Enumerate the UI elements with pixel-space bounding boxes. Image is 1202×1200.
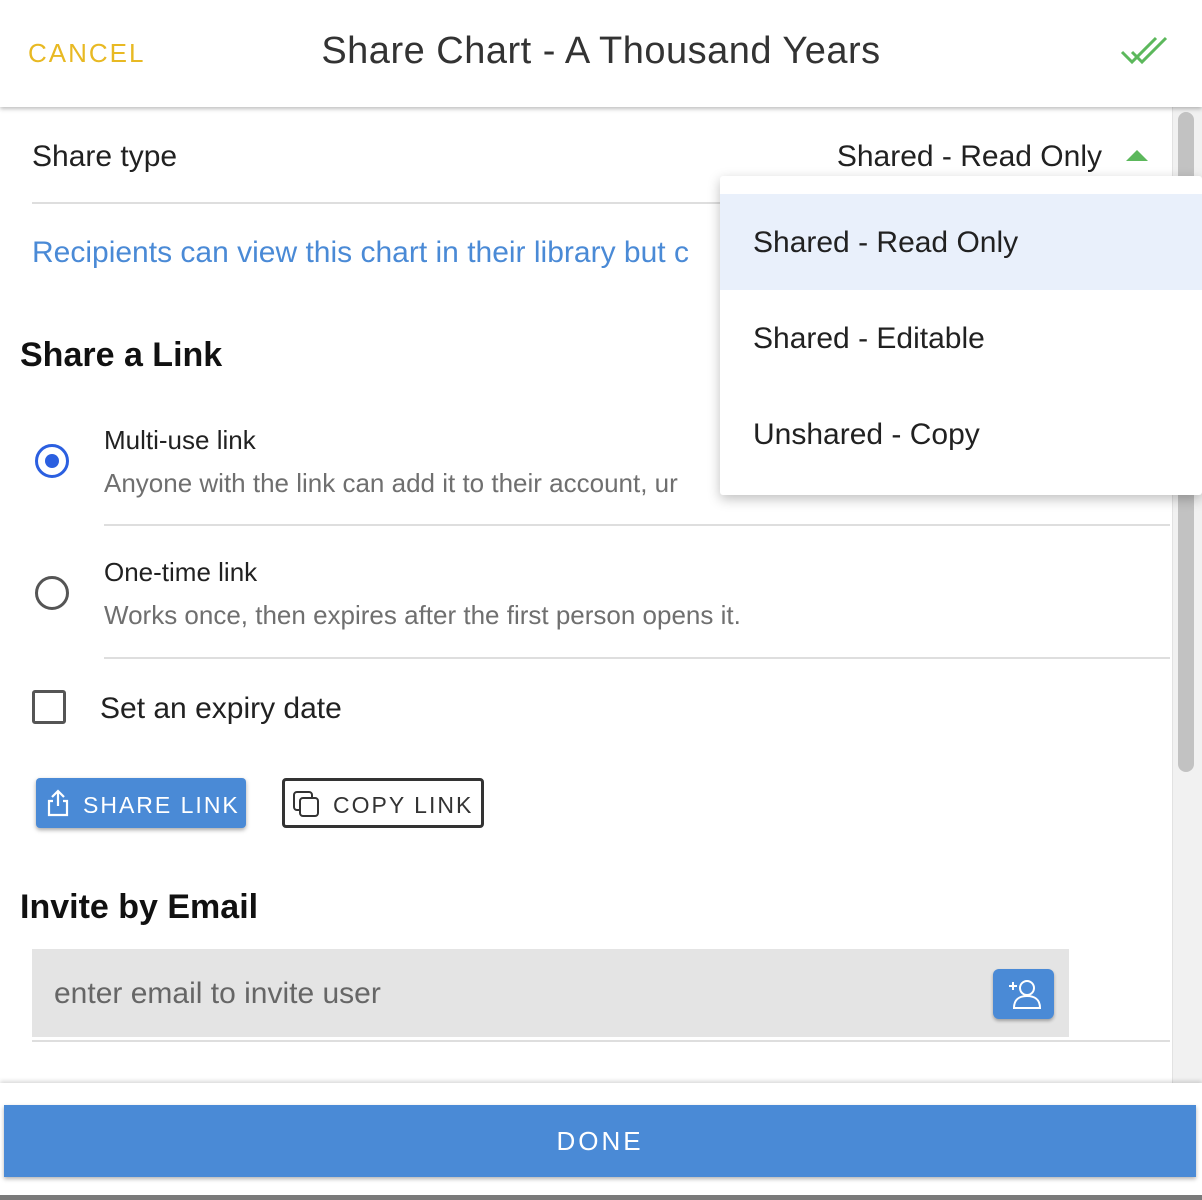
double-check-icon[interactable] <box>1118 34 1168 70</box>
dropdown-option-editable[interactable]: Shared - Editable <box>720 290 1202 386</box>
bottom-edge <box>0 1195 1202 1200</box>
share-icon <box>47 789 69 817</box>
one-time-radio[interactable] <box>35 576 69 610</box>
copy-link-label: COPY LINK <box>333 792 474 818</box>
page-title: Share Chart - A Thousand Years <box>321 30 881 72</box>
share-link-heading: Share a Link <box>20 336 223 374</box>
done-button[interactable]: DONE <box>4 1105 1196 1177</box>
divider <box>104 657 1170 659</box>
dropdown-option-read-only[interactable]: Shared - Read Only <box>720 194 1202 290</box>
divider <box>104 524 1170 526</box>
share-type-label: Share type <box>32 140 178 173</box>
caret-up-icon[interactable] <box>1126 150 1148 161</box>
email-field-container <box>32 949 1069 1037</box>
add-user-button[interactable] <box>993 969 1054 1019</box>
share-link-label: SHARE LINK <box>83 792 240 818</box>
dropdown-option-label: Shared - Read Only <box>753 226 1019 259</box>
multi-use-description: Anyone with the link can add it to their… <box>104 468 678 498</box>
dropdown-option-copy[interactable]: Unshared - Copy <box>720 386 1202 482</box>
multi-use-title: Multi-use link <box>104 425 256 455</box>
radio-dot-icon <box>45 454 59 468</box>
add-user-icon <box>1009 980 1041 1009</box>
expiry-label: Set an expiry date <box>100 692 342 725</box>
share-type-value[interactable]: Shared - Read Only <box>837 140 1102 174</box>
share-type-description: Recipients can view this chart in their … <box>32 236 689 269</box>
multi-use-radio[interactable] <box>35 444 69 478</box>
copy-link-button[interactable]: COPY LINK <box>282 778 484 828</box>
dropdown-option-label: Shared - Editable <box>753 322 985 355</box>
dropdown-option-label: Unshared - Copy <box>753 418 980 451</box>
expiry-checkbox[interactable] <box>32 690 66 724</box>
share-link-button[interactable]: SHARE LINK <box>36 778 246 828</box>
email-field[interactable] <box>52 971 976 1017</box>
dialog-footer: DONE <box>0 1083 1202 1200</box>
one-time-description: Works once, then expires after the first… <box>104 600 741 630</box>
one-time-title: One-time link <box>104 557 258 587</box>
invite-heading: Invite by Email <box>20 888 259 926</box>
dialog-header: CANCEL Share Chart - A Thousand Years <box>0 0 1202 107</box>
copy-icon <box>293 791 319 817</box>
divider <box>32 1040 1170 1042</box>
share-type-dropdown: Shared - Read Only Shared - Editable Uns… <box>720 176 1202 495</box>
